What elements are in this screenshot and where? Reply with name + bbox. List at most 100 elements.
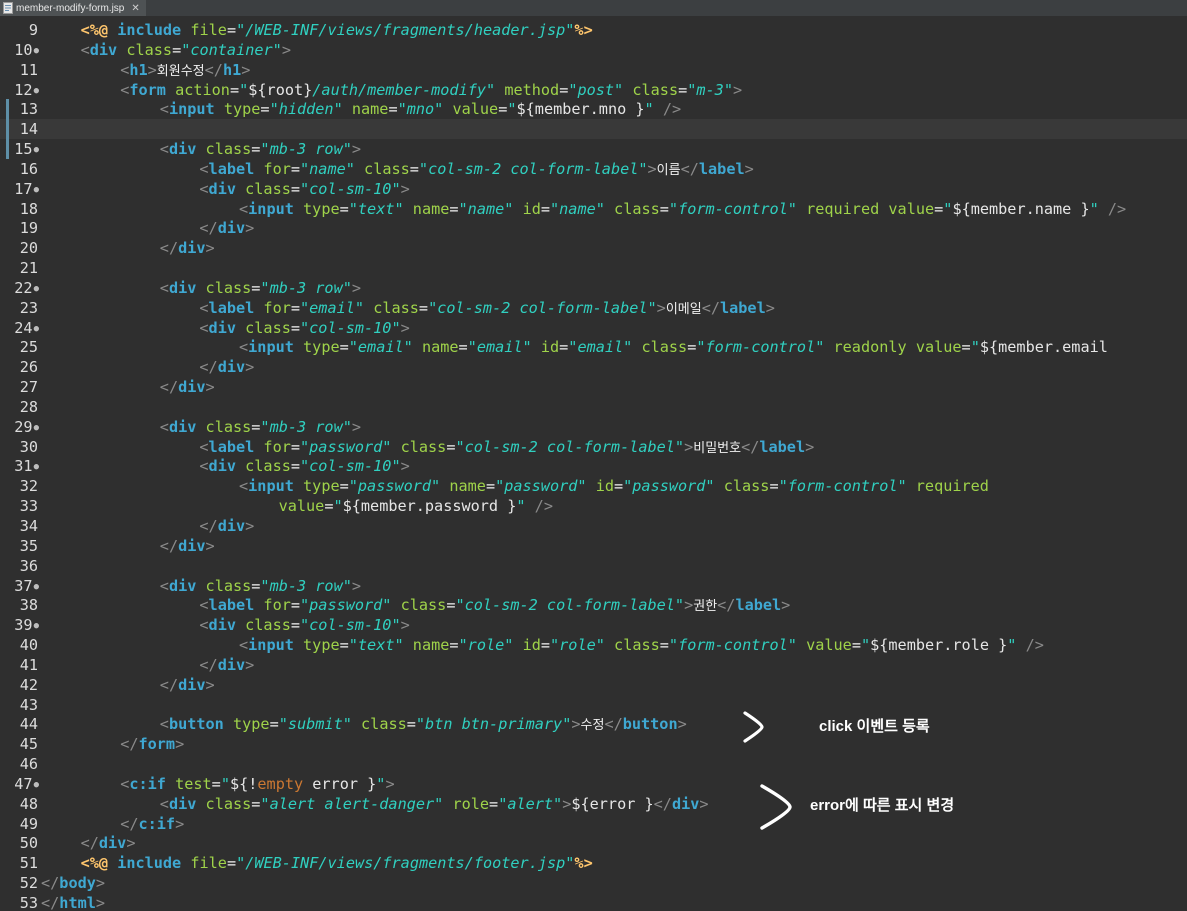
code-text: </c:if> (120, 814, 185, 833)
code-line[interactable]: 16 <label for="name" class="col-sm-2 col-… (0, 159, 1187, 179)
code-line[interactable]: 12● <form action="${root}/auth/member-mod… (0, 80, 1187, 100)
code-line[interactable]: 26 </div> (0, 357, 1187, 377)
code-text: <input type="text" name="name" id="name"… (239, 199, 1127, 218)
code-line[interactable]: 13 <input type="hidden" name="mno" value=… (0, 99, 1187, 120)
code-line[interactable]: 22● <div class="mb-3 row"> (0, 278, 1187, 298)
code-line[interactable]: 36 (0, 556, 1187, 576)
line-number: 48 (19, 794, 38, 813)
code-line[interactable]: 20 </div> (0, 238, 1187, 258)
code-line[interactable]: 52 </body> (0, 873, 1187, 893)
fold-marker-icon[interactable]: ● (34, 284, 39, 294)
fold-marker-icon[interactable]: ● (34, 462, 39, 472)
code-text: <div class="container"> (80, 40, 291, 59)
code-text: <div class="mb-3 row"> (159, 417, 362, 436)
code-text: </div> (159, 239, 215, 258)
code-line[interactable]: 28 (0, 397, 1187, 417)
code-text: </div> (159, 536, 215, 555)
code-line[interactable]: 39● <div class="col-sm-10"> (0, 615, 1187, 635)
close-icon[interactable]: ✕ (131, 3, 139, 14)
code-text: <label for="email" class="col-sm-2 col-f… (199, 298, 775, 317)
code-line[interactable]: 49 </c:if> (0, 814, 1187, 834)
code-line[interactable]: 24● <div class="col-sm-10"> (0, 318, 1187, 338)
code-line[interactable]: 14 (0, 119, 1187, 140)
line-number: 20 (19, 239, 38, 258)
fold-marker-icon[interactable]: ● (34, 582, 39, 592)
code-line[interactable]: 40 <input type="text" name="role" id="rol… (0, 635, 1187, 655)
code-line[interactable]: 41 </div> (0, 655, 1187, 675)
code-line[interactable]: 19 </div> (0, 218, 1187, 238)
annotation-error-display: error에 따른 표시 변경 (810, 797, 955, 814)
code-line[interactable]: 9 <%@ include file="/WEB-INF/views/fragme… (0, 20, 1187, 40)
code-text: </div> (199, 655, 255, 674)
fold-marker-icon[interactable]: ● (34, 86, 39, 96)
file-tab[interactable]: member-modify-form.jsp ✕ (0, 0, 146, 16)
fold-marker-icon[interactable]: ● (34, 621, 39, 631)
line-number: 53 (19, 893, 38, 911)
line-number: 46 (19, 755, 38, 774)
code-text: <button type="submit" class="btn btn-pri… (159, 715, 687, 734)
line-number: 31● (14, 457, 39, 476)
line-number: 17● (14, 179, 39, 198)
line-number: 44 (19, 715, 38, 734)
line-number: 21 (19, 259, 38, 278)
code-line[interactable]: 44 <button type="submit" class="btn btn-p… (0, 714, 1187, 734)
code-line[interactable]: 27 </div> (0, 377, 1187, 397)
code-text: <div class="col-sm-10"> (199, 616, 410, 635)
code-line[interactable]: 51 <%@ include file="/WEB-INF/views/fragm… (0, 853, 1187, 873)
fold-marker-icon[interactable]: ● (34, 185, 39, 195)
line-number: 16 (19, 159, 38, 178)
code-line[interactable]: 45 </form> (0, 734, 1187, 754)
code-text: <label for="password" class="col-sm-2 co… (199, 596, 791, 615)
code-line[interactable]: 31● <div class="col-sm-10"> (0, 456, 1187, 476)
code-line[interactable]: 30 <label for="password" class="col-sm-2 … (0, 437, 1187, 457)
code-line[interactable]: 21 (0, 258, 1187, 278)
code-text: <input type="text" name="role" id="role"… (239, 636, 1044, 655)
chevron-right-icon (742, 710, 766, 748)
code-line[interactable]: 15● <div class="mb-3 row"> (0, 139, 1187, 160)
fold-marker-icon[interactable]: ● (34, 324, 39, 334)
chevron-right-icon (758, 782, 794, 836)
code-line[interactable]: 25 <input type="email" name="email" id="e… (0, 337, 1187, 357)
code-line[interactable]: 34 </div> (0, 516, 1187, 536)
code-line[interactable]: 33 value="${member.password }" /> (0, 496, 1187, 516)
code-line[interactable]: 53 </html> (0, 893, 1187, 911)
line-number: 23 (19, 298, 38, 317)
code-line[interactable]: 32 <input type="password" name="password"… (0, 476, 1187, 496)
code-text: <input type="hidden" name="mno" value="$… (159, 100, 682, 119)
code-line[interactable]: 37● <div class="mb-3 row"> (0, 576, 1187, 596)
code-text: <div class="mb-3 row"> (159, 278, 362, 297)
code-line[interactable]: 50 </div> (0, 833, 1187, 853)
fold-marker-icon[interactable]: ● (34, 780, 39, 790)
editor-tab-bar: member-modify-form.jsp ✕ (0, 0, 1187, 17)
code-line[interactable]: 38 <label for="password" class="col-sm-2 … (0, 595, 1187, 615)
line-number: 24● (14, 318, 39, 337)
code-line[interactable]: 18 <input type="text" name="name" id="nam… (0, 199, 1187, 219)
code-text: <div class="col-sm-10"> (199, 179, 410, 198)
line-number: 47● (14, 774, 39, 793)
line-number: 40 (19, 636, 38, 655)
code-text: <div class="mb-3 row"> (159, 140, 362, 159)
fold-marker-icon[interactable]: ● (34, 145, 39, 155)
code-text: </div> (80, 834, 136, 853)
code-line[interactable]: 48 <div class="alert alert-danger" role="… (0, 794, 1187, 814)
code-line[interactable]: 43 (0, 695, 1187, 715)
code-line[interactable]: 10● <div class="container"> (0, 40, 1187, 60)
line-number: 41 (19, 655, 38, 674)
code-text: </html> (41, 893, 106, 911)
code-line[interactable]: 46 (0, 754, 1187, 774)
code-text: <input type="password" name="password" i… (239, 477, 989, 496)
code-line[interactable]: 35 </div> (0, 536, 1187, 556)
code-text: <div class="col-sm-10"> (199, 318, 410, 337)
code-line[interactable]: 17● <div class="col-sm-10"> (0, 179, 1187, 199)
code-line[interactable]: 23 <label for="email" class="col-sm-2 col… (0, 298, 1187, 318)
code-line[interactable]: 29● <div class="mb-3 row"> (0, 417, 1187, 437)
line-number: 49 (19, 814, 38, 833)
code-line[interactable]: 47● <c:if test="${!empty error }"> (0, 774, 1187, 794)
change-marker (6, 139, 9, 160)
code-editor[interactable]: 9 <%@ include file="/WEB-INF/views/fragme… (0, 16, 1187, 911)
code-text: </div> (159, 378, 215, 397)
code-line[interactable]: 11 <h1>회원수정</h1> (0, 60, 1187, 80)
code-line[interactable]: 42 </div> (0, 675, 1187, 695)
fold-marker-icon[interactable]: ● (34, 46, 39, 56)
fold-marker-icon[interactable]: ● (34, 423, 39, 433)
